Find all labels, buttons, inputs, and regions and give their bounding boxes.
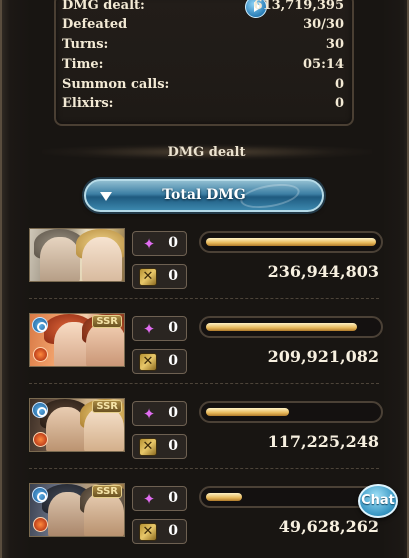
spark-count: 0 <box>168 405 178 421</box>
crossed-swords-icon: ✕ <box>139 438 157 456</box>
stat-summon-calls: Summon calls: 0 <box>62 76 344 94</box>
damage-bar-fill <box>206 493 242 501</box>
spark-counter: ✦ 0 <box>132 316 187 341</box>
cross-counter: ✕ 0 <box>132 349 187 374</box>
stat-value: 613,719,395 <box>253 0 344 13</box>
damage-bar-fill <box>206 238 376 246</box>
stat-defeated: Defeated 30/30 <box>62 16 344 34</box>
spark-count: 0 <box>168 235 178 251</box>
card-separator <box>29 383 379 384</box>
crossed-swords-icon: ✕ <box>139 268 157 286</box>
card-separator <box>29 468 379 469</box>
spark-count: 0 <box>168 320 178 336</box>
damage-bar <box>199 486 383 508</box>
water-element-icon <box>32 317 48 333</box>
cross-count: 0 <box>168 438 178 454</box>
spark-icon: ✦ <box>142 405 156 423</box>
battle-stats-box: DMG dealt: 613,719,395 Defeated 30/30 Tu… <box>54 0 354 126</box>
player-portrait[interactable]: SSR <box>29 398 125 452</box>
ssr-badge: SSR <box>92 485 122 498</box>
stat-label: Turns: <box>62 37 109 52</box>
player-damage-value: 49,628,262 <box>278 517 379 536</box>
cross-count: 0 <box>168 268 178 284</box>
stat-value: 30 <box>325 37 344 52</box>
damage-bar <box>199 231 383 253</box>
cross-count: 0 <box>168 353 178 369</box>
player-portrait[interactable]: SSR <box>29 313 125 367</box>
player-damage-value: 117,225,248 <box>267 432 379 451</box>
stat-elixirs: Elixirs: 0 <box>62 95 344 113</box>
stat-value: 0 <box>334 96 344 111</box>
player-card: SSR ✦ 0 ✕ 0 117,225,248 <box>29 398 383 478</box>
crossed-swords-icon: ✕ <box>139 353 157 371</box>
stat-dmg-dealt: DMG dealt: 613,719,395 <box>62 0 344 18</box>
spark-counter: ✦ 0 <box>132 486 187 511</box>
cross-counter: ✕ 0 <box>132 264 187 289</box>
crossed-swords-icon: ✕ <box>139 523 157 541</box>
cross-count: 0 <box>168 523 178 539</box>
spark-icon: ✦ <box>142 490 156 508</box>
player-portrait[interactable]: SSR <box>29 483 125 537</box>
spark-count: 0 <box>168 490 178 506</box>
section-title: DMG dealt <box>167 145 246 160</box>
water-element-icon <box>32 487 48 503</box>
stat-value: 0 <box>334 77 344 92</box>
stat-label: Defeated <box>62 17 128 32</box>
stat-label: Summon calls: <box>62 77 170 92</box>
fire-element-icon <box>33 432 48 447</box>
damage-bar-fill <box>206 323 357 331</box>
player-card: ✦ 0 ✕ 0 236,944,803 <box>29 228 383 308</box>
stat-label: DMG dealt: <box>62 0 145 13</box>
water-element-icon <box>32 402 48 418</box>
chat-button[interactable]: Chat <box>358 484 398 518</box>
fire-element-icon <box>33 517 48 532</box>
sort-button-label: Total DMG <box>162 187 246 203</box>
stat-label: Elixirs: <box>62 96 114 111</box>
cross-counter: ✕ 0 <box>132 434 187 459</box>
damage-bar <box>199 316 383 338</box>
player-card: SSR ✦ 0 ✕ 0 49,628,262 <box>29 483 383 558</box>
spark-counter: ✦ 0 <box>132 231 187 256</box>
damage-bar-fill <box>206 408 289 416</box>
fire-element-icon <box>33 347 48 362</box>
player-card: SSR ✦ 0 ✕ 0 209,921,082 <box>29 313 383 393</box>
ssr-badge: SSR <box>92 315 122 328</box>
results-panel: DMG dealt: 613,719,395 Defeated 30/30 Tu… <box>0 0 409 558</box>
stat-turns: Turns: 30 <box>62 36 344 54</box>
spark-counter: ✦ 0 <box>132 401 187 426</box>
cross-counter: ✕ 0 <box>132 519 187 544</box>
damage-bar <box>199 401 383 423</box>
player-damage-value: 209,921,082 <box>267 347 379 366</box>
spark-icon: ✦ <box>142 320 156 338</box>
stat-value: 05:14 <box>303 57 344 72</box>
stat-time: Time: 05:14 <box>62 56 344 74</box>
ssr-badge: SSR <box>92 400 122 413</box>
card-separator <box>29 298 379 299</box>
total-dmg-sort-button[interactable]: Total DMG <box>84 179 324 213</box>
spark-icon: ✦ <box>142 235 156 253</box>
stat-value: 30/30 <box>303 17 344 32</box>
player-portrait[interactable] <box>29 228 125 282</box>
player-damage-value: 236,944,803 <box>267 262 379 281</box>
stat-label: Time: <box>62 57 104 72</box>
